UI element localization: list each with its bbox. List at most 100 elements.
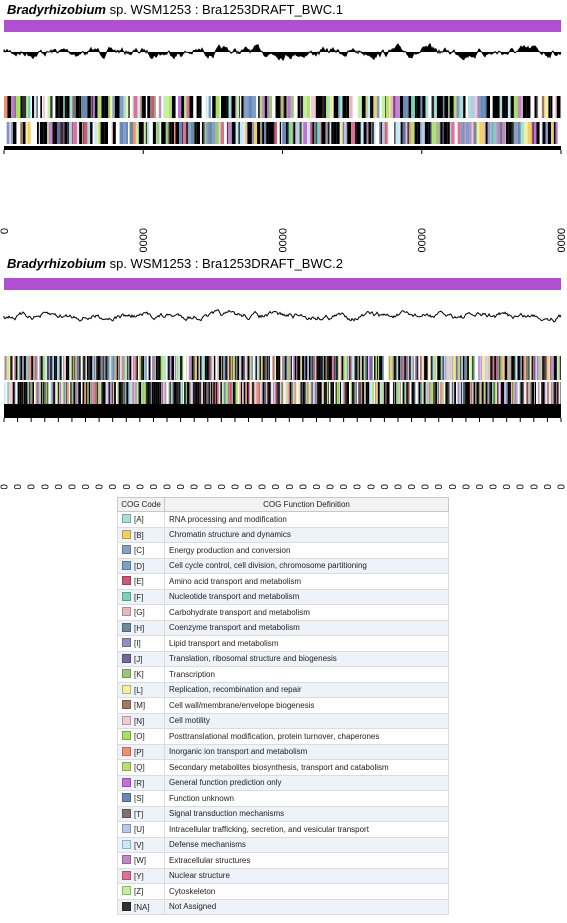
gene-feature-2: [12, 122, 17, 144]
gene-feature-2: [404, 382, 406, 404]
gene-feature-1: [275, 96, 278, 118]
gene-feature-1: [483, 96, 487, 118]
gene-feature-1: [152, 356, 154, 380]
legend-definition: Secondary metabolites biosynthesis, tran…: [164, 759, 449, 776]
gene-feature-1: [4, 96, 8, 118]
gene-feature-1: [41, 356, 43, 380]
gene-feature-1: [168, 96, 172, 118]
gene-feature-2: [479, 122, 484, 144]
gene-feature-2: [280, 382, 282, 404]
gene-feature-1: [95, 356, 97, 380]
gene-feature-1: [256, 356, 258, 380]
gene-feature-2: [491, 122, 494, 144]
gene-feature-1: [478, 356, 480, 380]
gene-feature-2: [94, 382, 96, 404]
legend-color-swatch: [122, 824, 131, 834]
gene-feature-2: [203, 382, 205, 404]
gene-feature-2: [187, 382, 190, 404]
gene-feature-1: [338, 96, 340, 118]
gene-feature-1: [422, 356, 424, 380]
gene-feature-1: [490, 356, 492, 380]
gene-feature-2: [520, 122, 525, 144]
gene-feature-2: [374, 382, 376, 404]
gene-feature-1: [15, 96, 20, 118]
gene-feature-1: [93, 356, 95, 380]
gene-feature-1: [243, 96, 247, 118]
gene-feature-2: [5, 382, 8, 404]
gene-feature-1: [33, 356, 35, 380]
gene-feature-2: [408, 382, 411, 404]
gene-feature-2: [61, 382, 64, 404]
gene-feature-1: [61, 356, 63, 380]
gene-feature-1: [433, 356, 435, 380]
gene-feature-2: [187, 122, 191, 144]
gene-feature-1: [328, 356, 331, 380]
legend-code: [O]: [134, 732, 145, 742]
gene-feature-1: [461, 356, 463, 380]
legend-row: [O] Posttranslational modification, prote…: [117, 728, 449, 745]
gene-feature-2: [427, 382, 430, 404]
gene-feature-2: [10, 382, 13, 404]
gene-feature-1: [263, 356, 266, 380]
gene-feature-1: [289, 356, 290, 380]
gene-feature-2: [497, 382, 498, 404]
gene-feature-1: [316, 356, 318, 380]
gene-feature-1: [242, 356, 244, 380]
legend-code: [G]: [134, 608, 145, 618]
gene-feature-2: [61, 382, 62, 404]
gene-feature-2: [519, 382, 521, 404]
gene-feature-2: [364, 382, 366, 404]
gene-feature-2: [67, 382, 69, 404]
gene-feature-1: [219, 96, 221, 118]
gene-feature-2: [487, 122, 491, 144]
gene-feature-1: [156, 96, 159, 118]
gene-feature-2: [197, 382, 198, 404]
gene-feature-2: [135, 122, 138, 144]
gene-feature-1: [423, 356, 425, 380]
gene-feature-1: [76, 356, 79, 380]
legend-header-code: COG Code: [117, 497, 165, 512]
gene-feature-1: [320, 356, 322, 380]
gene-feature-2: [557, 122, 561, 144]
gene-feature-1: [257, 356, 260, 380]
gene-feature-2: [264, 122, 267, 144]
gene-feature-1: [120, 356, 122, 380]
gene-feature-2: [473, 382, 476, 404]
gene-feature-1: [249, 356, 252, 380]
gene-feature-1: [343, 356, 345, 380]
gene-feature-1: [373, 356, 375, 380]
gene-feature-2: [314, 382, 317, 404]
gene-feature-1: [420, 96, 423, 118]
gene-feature-1: [265, 356, 268, 380]
gene-feature-1: [117, 356, 119, 380]
gene-feature-2: [402, 382, 405, 404]
gene-feature-2: [251, 122, 253, 144]
gene-feature-1: [53, 356, 55, 380]
legend-row: [T] Signal transduction mechanisms: [117, 805, 449, 822]
gene-feature-2: [304, 382, 306, 404]
gene-feature-1: [226, 96, 229, 118]
gene-feature-2: [259, 382, 262, 404]
gene-feature-2: [76, 122, 79, 144]
gene-feature-2: [102, 382, 104, 404]
gene-feature-2: [70, 382, 72, 404]
legend-color-swatch: [122, 762, 131, 772]
gene-feature-1: [42, 96, 43, 118]
gene-feature-1: [530, 356, 532, 380]
gene-feature-2: [400, 122, 403, 144]
legend-code: [Q]: [134, 763, 145, 773]
axis-tick-label: 200000: [135, 484, 146, 489]
legend-color-swatch: [122, 529, 131, 539]
gene-feature-2: [287, 122, 289, 144]
gene-feature-1: [318, 356, 321, 380]
gene-feature-1: [544, 356, 546, 380]
gene-feature-1: [502, 96, 506, 118]
gene-feature-1: [454, 96, 457, 118]
legend-definition: Replication, recombination and repair: [164, 681, 449, 698]
gene-feature-2: [316, 122, 318, 144]
gene-feature-2: [420, 122, 422, 144]
legend-code-cell: [P]: [117, 743, 165, 760]
gene-feature-2: [123, 122, 126, 144]
gene-feature-2: [511, 382, 512, 404]
gene-feature-2: [152, 382, 154, 404]
